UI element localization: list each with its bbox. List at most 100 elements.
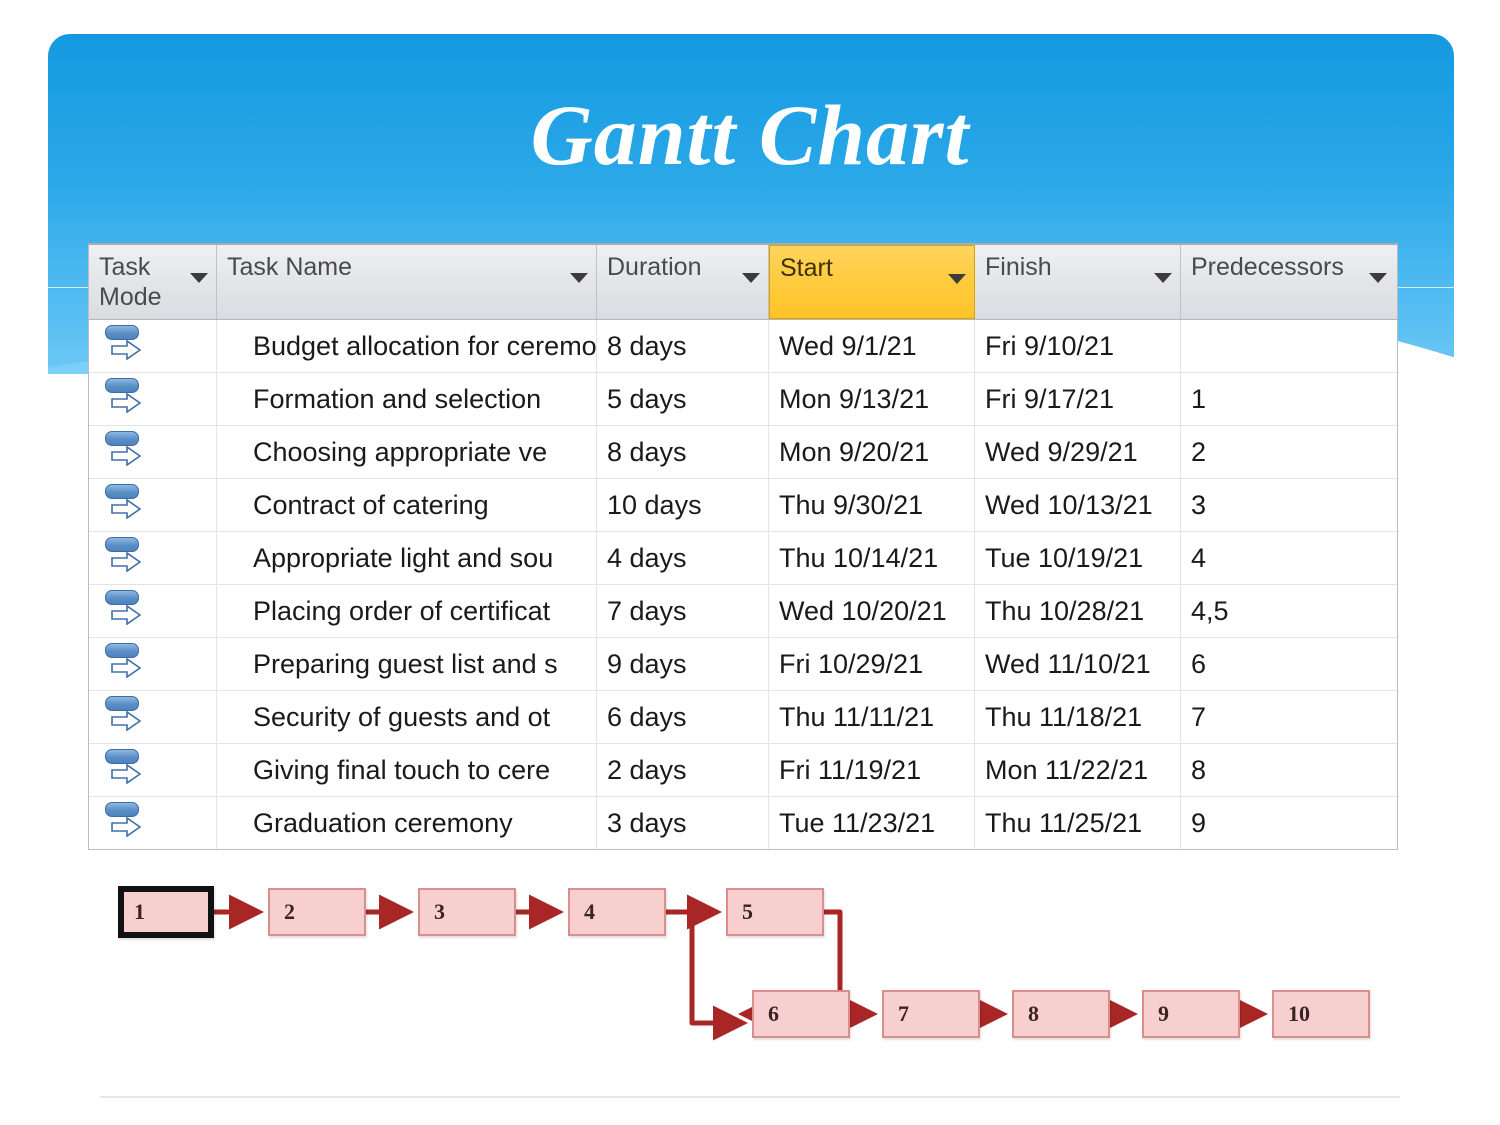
- network-node-7[interactable]: 7: [882, 990, 980, 1038]
- task-mode-cell[interactable]: [89, 744, 217, 796]
- pin-bar-icon: [105, 696, 139, 711]
- network-node-8[interactable]: 8: [1012, 990, 1110, 1038]
- duration-cell[interactable]: 4 days: [597, 532, 769, 584]
- manually-scheduled-icon: [103, 378, 147, 418]
- start-date-cell[interactable]: Thu 10/14/21: [769, 532, 975, 584]
- column-header-finish[interactable]: Finish: [975, 245, 1181, 319]
- network-node-4[interactable]: 4: [568, 888, 666, 936]
- task-mode-cell[interactable]: [89, 691, 217, 743]
- predecessors-cell[interactable]: [1181, 320, 1395, 372]
- filter-dropdown-icon[interactable]: [1369, 273, 1387, 283]
- duration-cell[interactable]: 9 days: [597, 638, 769, 690]
- predecessors-cell[interactable]: 9: [1181, 797, 1395, 849]
- finish-date-cell[interactable]: Wed 10/13/21: [975, 479, 1181, 531]
- start-date-cell[interactable]: Wed 10/20/21: [769, 585, 975, 637]
- duration-cell[interactable]: 10 days: [597, 479, 769, 531]
- finish-date-cell[interactable]: Mon 11/22/21: [975, 744, 1181, 796]
- network-node-2[interactable]: 2: [268, 888, 366, 936]
- finish-date-cell[interactable]: Fri 9/10/21: [975, 320, 1181, 372]
- predecessors-cell[interactable]: 7: [1181, 691, 1395, 743]
- task-name-cell[interactable]: Giving final touch to cere: [217, 744, 597, 796]
- start-date-cell[interactable]: Tue 11/23/21: [769, 797, 975, 849]
- task-name-cell[interactable]: Formation and selection: [217, 373, 597, 425]
- task-mode-cell[interactable]: [89, 479, 217, 531]
- manually-scheduled-icon: [103, 484, 147, 524]
- finish-date-cell[interactable]: Wed 11/10/21: [975, 638, 1181, 690]
- table-row[interactable]: Contract of catering 10 days Thu 9/30/21 We…: [89, 479, 1397, 532]
- task-name-cell[interactable]: Appropriate light and sou: [217, 532, 597, 584]
- predecessors-cell[interactable]: 8: [1181, 744, 1395, 796]
- duration-cell[interactable]: 7 days: [597, 585, 769, 637]
- column-header-start[interactable]: Start: [769, 245, 975, 319]
- duration-cell[interactable]: 6 days: [597, 691, 769, 743]
- start-date-cell[interactable]: Mon 9/13/21: [769, 373, 975, 425]
- table-row[interactable]: Budget allocation for ceremony 8 days Wed …: [89, 320, 1397, 373]
- task-mode-cell[interactable]: [89, 585, 217, 637]
- predecessors-cell[interactable]: 2: [1181, 426, 1395, 478]
- table-row[interactable]: Appropriate light and sou 4 days Thu 10/14…: [89, 532, 1397, 585]
- table-row[interactable]: Security of guests and ot 6 days Thu 11/11…: [89, 691, 1397, 744]
- start-date-cell[interactable]: Wed 9/1/21: [769, 320, 975, 372]
- start-date-cell[interactable]: Fri 10/29/21: [769, 638, 975, 690]
- network-node-1[interactable]: 1: [118, 886, 214, 938]
- task-name-cell[interactable]: Security of guests and ot: [217, 691, 597, 743]
- filter-dropdown-icon[interactable]: [742, 273, 760, 283]
- network-node-10[interactable]: 10: [1272, 990, 1370, 1038]
- predecessors-cell[interactable]: 6: [1181, 638, 1395, 690]
- task-name-cell[interactable]: Budget allocation for ceremony: [217, 320, 597, 372]
- predecessors-cell[interactable]: 1: [1181, 373, 1395, 425]
- table-row[interactable]: Preparing guest list and s9 days Fri 10/2…: [89, 638, 1397, 691]
- network-node-3[interactable]: 3: [418, 888, 516, 936]
- task-name-cell[interactable]: Graduation ceremony: [217, 797, 597, 849]
- manually-scheduled-icon: [103, 643, 147, 683]
- finish-date-cell[interactable]: Tue 10/19/21: [975, 532, 1181, 584]
- task-name-cell[interactable]: Preparing guest list and s: [217, 638, 597, 690]
- network-node-label: 5: [742, 899, 753, 924]
- column-header-duration[interactable]: Duration: [597, 245, 769, 319]
- duration-cell[interactable]: 5 days: [597, 373, 769, 425]
- finish-date-cell[interactable]: Thu 10/28/21: [975, 585, 1181, 637]
- duration-cell[interactable]: 3 days: [597, 797, 769, 849]
- finish-date-cell[interactable]: Thu 11/25/21: [975, 797, 1181, 849]
- table-row[interactable]: Graduation ceremony 3 days Tue 11/23/21 Thu…: [89, 797, 1397, 849]
- column-header-mode[interactable]: Task Mode: [89, 245, 217, 319]
- network-node-label: 7: [898, 1001, 909, 1026]
- start-date-cell[interactable]: Thu 9/30/21: [769, 479, 975, 531]
- table-row[interactable]: Formation and selection 5 days Mon 9/13/21…: [89, 373, 1397, 426]
- network-node-label: 1: [134, 899, 145, 924]
- finish-date-cell[interactable]: Thu 11/18/21: [975, 691, 1181, 743]
- duration-cell[interactable]: 2 days: [597, 744, 769, 796]
- task-mode-cell[interactable]: [89, 373, 217, 425]
- task-mode-cell[interactable]: [89, 532, 217, 584]
- table-row[interactable]: Giving final touch to cere 2 days Fri 11/1…: [89, 744, 1397, 797]
- column-header-name[interactable]: Task Name: [217, 245, 597, 319]
- task-mode-cell[interactable]: [89, 638, 217, 690]
- table-row[interactable]: Choosing appropriate ve 8 days Mon 9/20/21…: [89, 426, 1397, 479]
- duration-cell[interactable]: 8 days: [597, 426, 769, 478]
- network-node-9[interactable]: 9: [1142, 990, 1240, 1038]
- task-mode-cell[interactable]: [89, 320, 217, 372]
- filter-dropdown-icon[interactable]: [190, 273, 208, 283]
- predecessors-cell[interactable]: 3: [1181, 479, 1395, 531]
- column-header-pred[interactable]: Predecessors: [1181, 245, 1395, 319]
- predecessors-cell[interactable]: 4,5: [1181, 585, 1395, 637]
- manually-scheduled-icon: [103, 749, 147, 789]
- filter-dropdown-icon[interactable]: [948, 274, 966, 284]
- task-name-cell[interactable]: Placing order of certificat: [217, 585, 597, 637]
- finish-date-cell[interactable]: Fri 9/17/21: [975, 373, 1181, 425]
- task-mode-cell[interactable]: [89, 426, 217, 478]
- predecessors-cell[interactable]: 4: [1181, 532, 1395, 584]
- duration-cell[interactable]: 8 days: [597, 320, 769, 372]
- network-node-5[interactable]: 5: [726, 888, 824, 936]
- task-name-cell[interactable]: Contract of catering: [217, 479, 597, 531]
- task-name-cell[interactable]: Choosing appropriate ve: [217, 426, 597, 478]
- start-date-cell[interactable]: Fri 11/19/21: [769, 744, 975, 796]
- filter-dropdown-icon[interactable]: [570, 273, 588, 283]
- start-date-cell[interactable]: Thu 11/11/21: [769, 691, 975, 743]
- task-mode-cell[interactable]: [89, 797, 217, 849]
- filter-dropdown-icon[interactable]: [1154, 273, 1172, 283]
- start-date-cell[interactable]: Mon 9/20/21: [769, 426, 975, 478]
- network-node-6[interactable]: 6: [752, 990, 850, 1038]
- finish-date-cell[interactable]: Wed 9/29/21: [975, 426, 1181, 478]
- table-row[interactable]: Placing order of certificat 7 days Wed 10/…: [89, 585, 1397, 638]
